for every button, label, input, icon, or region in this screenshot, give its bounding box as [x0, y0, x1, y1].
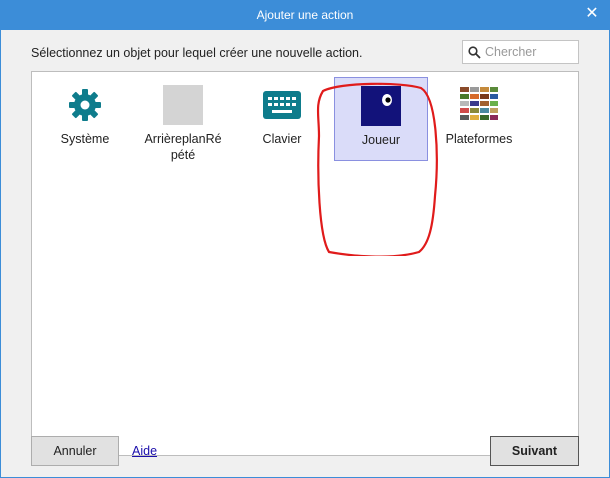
gear-icon — [65, 85, 105, 125]
cancel-button[interactable]: Annuler — [31, 436, 119, 466]
search-box[interactable] — [462, 40, 579, 64]
object-list: Système ArrièreplanRépété Clavier Joueur… — [31, 71, 579, 456]
platform-tiles-icon — [459, 85, 499, 125]
blank-sprite-icon — [163, 85, 203, 125]
object-item-joueur[interactable]: Joueur — [334, 77, 428, 161]
object-label: Joueur — [361, 133, 401, 147]
object-item-plateformes[interactable]: Plateformes — [432, 81, 526, 165]
close-icon[interactable]: ✕ — [584, 6, 600, 22]
next-button[interactable]: Suivant — [490, 436, 579, 466]
help-link[interactable]: Aide — [132, 444, 157, 458]
object-item-systeme[interactable]: Système — [38, 81, 132, 165]
title-bar: Ajouter une action ✕ — [0, 0, 610, 30]
keyboard-icon — [262, 85, 302, 125]
search-icon — [468, 45, 481, 59]
window-title: Ajouter une action — [256, 8, 354, 22]
player-sprite-icon — [361, 86, 401, 126]
object-label: Système — [60, 132, 110, 146]
dialog-prompt: Sélectionnez un objet pour lequel créer … — [31, 46, 363, 60]
search-input[interactable] — [485, 45, 577, 59]
add-action-dialog: Sélectionnez un objet pour lequel créer … — [0, 30, 610, 478]
object-label: Plateformes — [445, 132, 513, 146]
object-label: ArrièreplanRépété — [144, 132, 222, 162]
object-label: Clavier — [262, 132, 302, 146]
object-item-arriereplanrepete[interactable]: ArrièreplanRépété — [136, 81, 230, 165]
object-item-clavier[interactable]: Clavier — [235, 81, 329, 165]
